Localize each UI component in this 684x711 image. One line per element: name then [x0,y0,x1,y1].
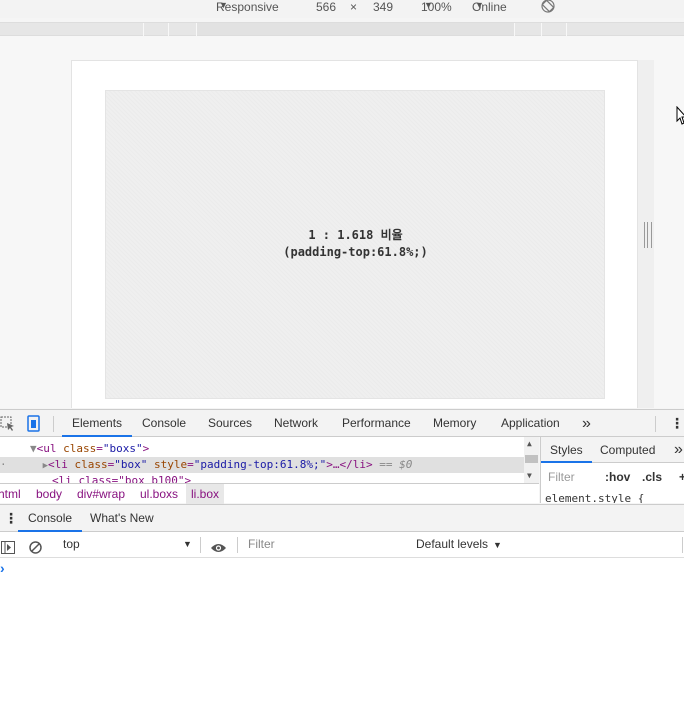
ruler-tick [168,23,169,37]
tab-performance[interactable]: Performance [342,410,411,437]
chevron-down-icon[interactable]: ▼ [183,532,192,557]
tab-network[interactable]: Network [274,410,318,437]
times-sign: × [350,0,358,14]
scroll-up-icon[interactable]: ▲ [527,439,532,448]
scrollbar-thumb[interactable] [525,455,538,463]
chevron-down-icon: ▼ [219,0,228,10]
ruler-tick [566,23,567,37]
attr-name: class [74,458,108,471]
mouse-cursor-icon [676,106,684,125]
attr-eq: = [96,442,103,455]
dom-node-li-next[interactable]: <li class="box b100"> [52,473,191,483]
element-style-rule: element.style { [545,492,645,503]
kebab-menu-icon[interactable]: ⋮ [670,410,684,437]
console-output[interactable]: › [0,558,684,711]
breadcrumb-html[interactable]: html [0,484,21,504]
drawer-tab-whats-new[interactable]: What's New [90,505,154,532]
dom-node-li-selected[interactable]: · ▶<li class="box" style="padding-top:61.… [0,457,524,473]
toolbar-divider [237,537,238,553]
box-caption: 1 : 1.618 비율 (padding-top:61.8%;) [63,227,648,261]
chevron-down-icon: ▼ [475,0,484,10]
ruler-tick [196,23,197,37]
more-tabs-button[interactable]: » [582,410,591,437]
hov-toggle[interactable]: :hov [605,470,630,484]
tab-memory[interactable]: Memory [433,410,476,437]
breadcrumb: html body div#wrap ul.boxs li.box [0,483,539,504]
styles-tabbar: Styles Computed » [541,437,684,463]
more-panes-button[interactable]: » [674,437,683,463]
dom-node-ul[interactable]: ▼<ul class="boxs"> [0,441,149,457]
attr-name: style [154,458,188,471]
box-caption-line2: (padding-top:61.8%;) [283,245,428,259]
tab-sources[interactable]: Sources [208,410,252,437]
console-filter-input[interactable]: Filter [248,532,275,557]
toolbar-divider [682,537,683,553]
height-input[interactable]: 349 [373,0,393,14]
breadcrumb-li-box[interactable]: li.box [186,484,225,504]
attr-eq: = [187,458,194,471]
selection-dot: · [0,458,7,471]
tab-styles[interactable]: Styles [541,437,592,463]
ruler-tick [143,23,144,37]
toolbar-divider [53,416,54,432]
device-toolbar: Responsive ▼ 566 × 349 100% ▼ Online ▼ [0,0,684,18]
expand-arrow-icon[interactable]: ▼ [30,442,37,455]
scroll-down-icon[interactable]: ▼ [527,471,532,480]
attr-value: "box" [114,458,148,471]
breadcrumb-ul-boxs[interactable]: ul.boxs [140,484,178,504]
tag-open: <li [48,458,75,471]
ruler-tick [514,23,515,37]
context-select[interactable]: top [63,532,80,557]
selected-marker: == $0 [372,458,413,471]
breadcrumb-div-wrap[interactable]: div#wrap [77,484,125,504]
chevron-down-icon: ▼ [424,0,433,10]
drawer-tab-console[interactable]: Console [18,505,83,532]
media-query-ruler[interactable] [0,22,684,37]
rotate-icon[interactable] [540,0,556,16]
log-levels-label: Default levels [416,537,489,551]
tag-close: > [142,442,150,455]
styles-pane: Styles Computed » Filter :hov .cls + ele… [540,437,684,503]
drawer-tabbar: ⋮ Console What's New [0,504,684,532]
tab-elements[interactable]: Elements [62,410,133,437]
tag-open: <li class="box b100"> [52,474,192,483]
tab-application[interactable]: Application [501,410,560,437]
toolbar-divider [200,537,201,553]
inspect-element-icon[interactable] [0,416,16,435]
tab-computed[interactable]: Computed [600,437,655,463]
breadcrumb-body[interactable]: body [36,484,62,504]
ruler-middle [196,23,514,35]
add-rule-button[interactable]: + [679,470,684,484]
attr-value: "padding-top:61.8%;" [193,458,327,471]
devtools-tabbar: Elements Console Sources Network Perform… [0,409,684,437]
cls-toggle[interactable]: .cls [642,470,662,484]
attr-name: class [63,442,97,455]
elements-scrollbar[interactable]: ▲ ▼ [524,437,539,483]
chevron-down-icon: ▼ [493,540,502,550]
styles-filter-input[interactable]: Filter [548,470,575,484]
attr-value: "boxs" [102,442,143,455]
width-input[interactable]: 566 [316,0,336,14]
ruler-tick [541,23,542,37]
box-caption-line1: 1 : 1.618 비율 [308,228,403,242]
console-prompt[interactable]: › [0,560,5,576]
resize-handle[interactable] [644,222,652,248]
drawer-menu-icon[interactable]: ⋮ [4,505,18,532]
tag-open: <ul [36,442,64,455]
console-toolbar: top ▼ Filter Default levels ▼ [0,532,684,558]
tag-close: >…</li> [326,458,373,471]
log-levels-select[interactable]: Default levels ▼ [416,532,502,558]
device-toolbar-toggle-icon[interactable] [26,415,42,435]
tab-console[interactable]: Console [142,410,186,437]
elements-tree: ▼<ul class="boxs"> · ▶<li class="box" sty… [0,437,539,483]
toolbar-divider [655,416,656,432]
